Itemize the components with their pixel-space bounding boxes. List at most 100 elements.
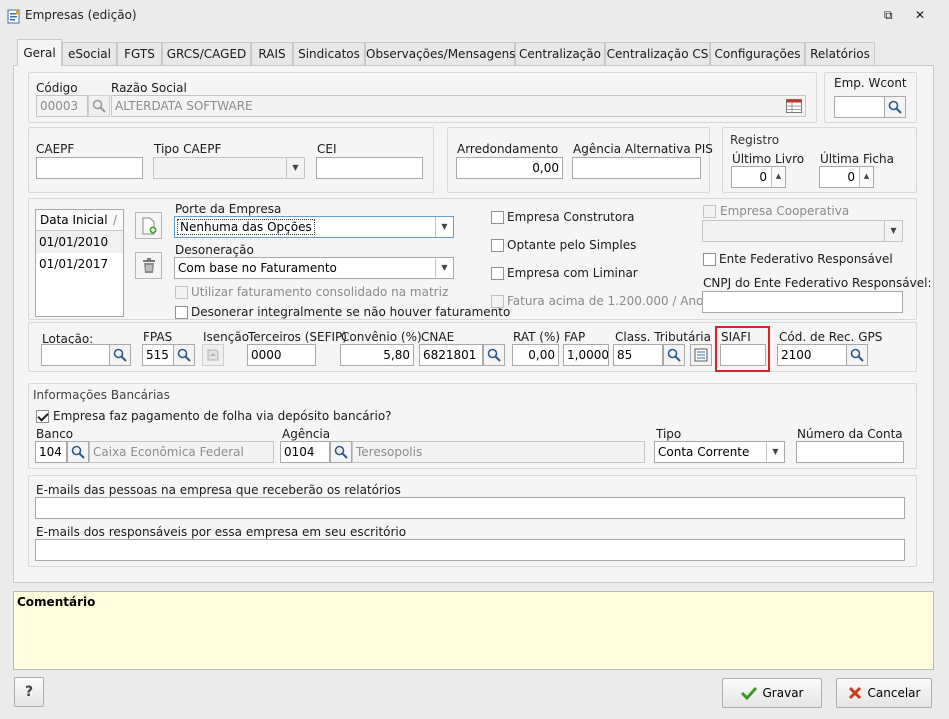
fatura-label: Fatura acima de 1.200.000 / Ano	[507, 294, 704, 308]
gps-label: Cód. de Rec. GPS	[779, 330, 883, 344]
tab-observacoes[interactable]: Observações/Mensagens	[365, 42, 516, 65]
gps-search-button[interactable]	[846, 344, 868, 366]
construtora-checkbox[interactable]	[491, 211, 504, 224]
tab-sindicatos[interactable]: Sindicatos	[293, 42, 365, 65]
add-date-button[interactable]	[135, 212, 162, 239]
cnpj-ente-field[interactable]	[702, 291, 903, 313]
emails-empresa-label: E-mails das pessoas na empresa que receb…	[36, 483, 401, 497]
chevron-down-icon: ▼	[286, 158, 304, 178]
data-inicial-header[interactable]: Data Inicial /	[36, 210, 123, 231]
emails-escritorio-field[interactable]	[35, 539, 905, 561]
desonerar-checkbox[interactable]	[175, 306, 188, 319]
liminar-label: Empresa com Liminar	[507, 266, 638, 280]
table-icon	[786, 99, 802, 113]
save-button[interactable]: Gravar	[722, 678, 822, 708]
codigo-search-button[interactable]	[88, 95, 110, 117]
fpas-field[interactable]: 515	[142, 344, 174, 366]
cei-field[interactable]	[316, 157, 423, 179]
search-icon	[888, 100, 902, 114]
class-tributaria-search-button[interactable]	[663, 344, 685, 366]
tab-centralizacao-cs[interactable]: Centralização CS	[605, 42, 710, 65]
agencia-label: Agência	[282, 427, 331, 441]
tipo-conta-value: Conta Corrente	[658, 445, 750, 459]
rat-label: RAT (%)	[513, 330, 561, 344]
spin-buttons[interactable]: ▲▼	[859, 167, 873, 187]
ultima-ficha-field[interactable]: 0 ▲▼	[819, 166, 874, 188]
porte-select[interactable]: Nenhuma das Opções ▼	[174, 216, 454, 238]
data-inicial-list[interactable]: Data Inicial / 01/01/2010 01/01/2017	[35, 209, 124, 317]
wcont-field[interactable]	[834, 96, 885, 118]
liminar-checkbox[interactable]	[491, 267, 504, 280]
isencao-label: Isenção	[203, 330, 250, 344]
fpas-search-button[interactable]	[173, 344, 195, 366]
codigo-field[interactable]: 00003	[36, 95, 88, 117]
lotacao-field[interactable]	[41, 344, 110, 366]
ente-federativo-label: Ente Federativo Responsável	[719, 252, 893, 266]
consolidado-checkbox[interactable]	[175, 286, 188, 299]
arredondamento-field[interactable]: 0,00	[456, 157, 563, 179]
agencia-search-button[interactable]	[330, 441, 352, 463]
numero-conta-field[interactable]	[796, 441, 904, 463]
siafi-field[interactable]	[720, 344, 766, 366]
column-separator: /	[112, 213, 117, 227]
tab-esocial[interactable]: eSocial	[62, 42, 117, 65]
comentario-area[interactable]: Comentário	[13, 591, 934, 670]
ultimo-livro-field[interactable]: 0 ▲▼	[731, 166, 786, 188]
delete-date-button[interactable]	[135, 252, 162, 279]
cooperativa-checkbox[interactable]	[703, 205, 716, 218]
terceiros-field[interactable]: 0000	[247, 344, 316, 366]
help-button[interactable]: ?	[14, 677, 44, 707]
cnae-field[interactable]: 6821801	[419, 344, 483, 366]
tipo-caepf-select[interactable]: ▼	[153, 157, 305, 179]
simples-checkbox[interactable]	[491, 239, 504, 252]
emails-empresa-field[interactable]	[35, 497, 905, 519]
banco-search-button[interactable]	[67, 441, 89, 463]
gps-field[interactable]: 2100	[777, 344, 847, 366]
wcont-label: Emp. Wcont	[834, 76, 907, 90]
tab-configuracoes[interactable]: Configurações	[710, 42, 805, 65]
cooperativa-select[interactable]: ▼	[702, 220, 903, 242]
agencia-pis-field[interactable]	[572, 157, 701, 179]
lotacao-search-button[interactable]	[109, 344, 131, 366]
tab-grcs-caged[interactable]: GRCS/CAGED	[162, 42, 251, 65]
desoneracao-select[interactable]: Com base no Faturamento ▼	[174, 257, 454, 279]
fap-field[interactable]: 1,0000	[563, 344, 609, 366]
registro-legend: Registro	[730, 133, 780, 147]
cancel-button[interactable]: Cancelar	[836, 678, 932, 708]
list-item[interactable]: 01/01/2010	[36, 231, 123, 253]
desonerar-label: Desonerar integralmente se não houver fa…	[191, 305, 511, 319]
rat-field[interactable]: 0,00	[512, 344, 559, 366]
cnae-search-button[interactable]	[483, 344, 505, 366]
razao-field[interactable]: ALTERDATA SOFTWARE	[111, 95, 806, 117]
add-document-icon	[142, 217, 156, 234]
simples-label: Optante pelo Simples	[507, 238, 637, 252]
ente-federativo-checkbox[interactable]	[703, 253, 716, 266]
spin-buttons[interactable]: ▲▼	[771, 167, 785, 187]
ultimo-livro-label: Último Livro	[732, 152, 805, 166]
banco-label: Banco	[36, 427, 74, 441]
data-inicial-header-label: Data Inicial	[40, 213, 108, 227]
convenio-field[interactable]: 5,80	[340, 344, 414, 366]
help-icon: ?	[24, 684, 34, 700]
tab-fgts[interactable]: FGTS	[117, 42, 162, 65]
agencia-name-field: Teresopolis	[352, 441, 645, 463]
agencia-code-field[interactable]: 0104	[280, 441, 330, 463]
class-tributaria-field[interactable]: 85	[613, 344, 663, 366]
tipo-conta-select[interactable]: Conta Corrente ▼	[654, 441, 785, 463]
tab-relatorios[interactable]: Relatórios	[805, 42, 875, 65]
convenio-label: Convênio (%)	[341, 330, 422, 344]
isencao-button[interactable]	[202, 344, 224, 366]
cnae-label: CNAE	[421, 330, 455, 344]
fatura-checkbox[interactable]	[491, 295, 504, 308]
class-tributaria-list-button[interactable]	[690, 344, 712, 366]
deposit-checkbox[interactable]	[36, 410, 49, 423]
caepf-field[interactable]	[36, 157, 143, 179]
tab-geral[interactable]: Geral	[17, 39, 62, 66]
razao-table-button[interactable]	[783, 96, 805, 116]
tab-centralizacao[interactable]: Centralização	[515, 42, 605, 65]
codigo-label: Código	[36, 81, 78, 95]
list-item[interactable]: 01/01/2017	[36, 253, 123, 275]
banco-code-field[interactable]: 104	[35, 441, 67, 463]
tab-rais[interactable]: RAIS	[251, 42, 293, 65]
wcont-search-button[interactable]	[884, 96, 906, 118]
